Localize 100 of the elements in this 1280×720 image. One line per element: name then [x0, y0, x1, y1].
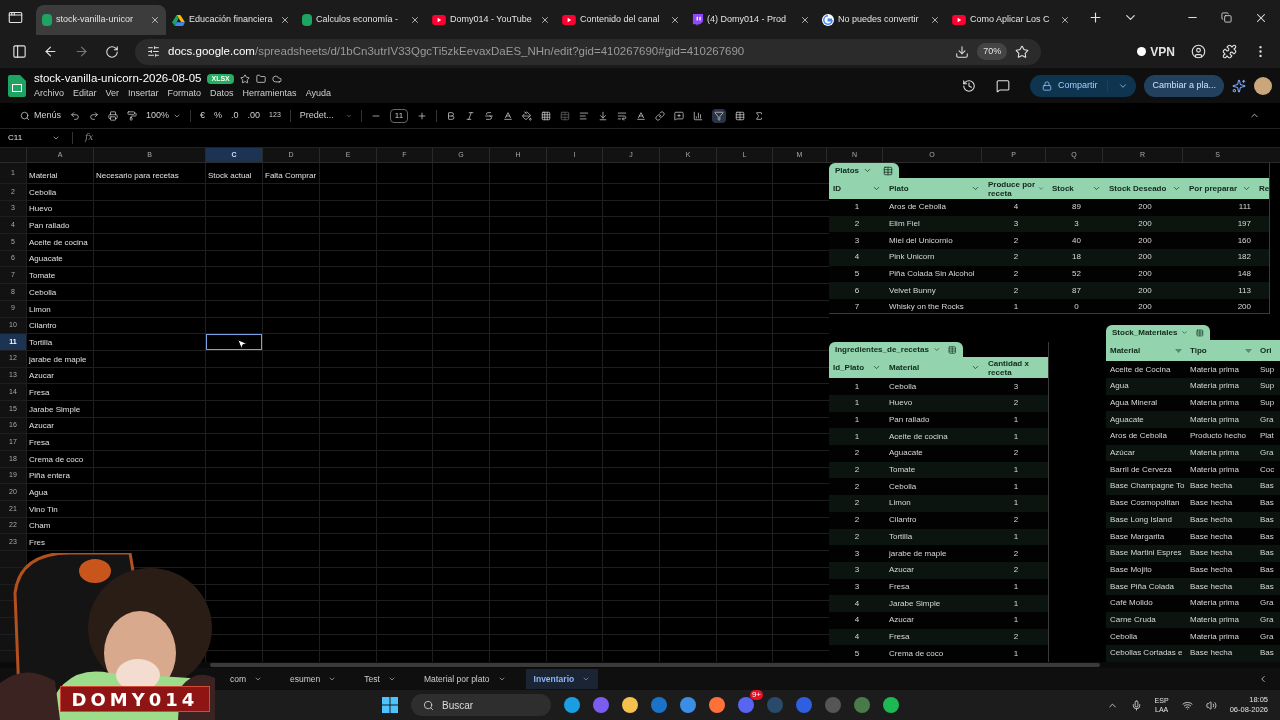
name-box[interactable]: C11 — [8, 132, 60, 144]
bold-icon[interactable] — [446, 110, 457, 121]
text-color-icon[interactable] — [503, 110, 514, 121]
star-icon[interactable] — [1015, 44, 1030, 59]
table-icon[interactable] — [948, 344, 957, 355]
network-icon[interactable] — [1181, 699, 1193, 711]
column-header[interactable]: Stock — [1048, 178, 1105, 199]
align-icon[interactable] — [579, 110, 590, 121]
table-icon[interactable] — [1196, 327, 1204, 338]
column-header[interactable]: Plato — [885, 178, 984, 199]
zoom-badge[interactable]: 70% — [977, 42, 1008, 61]
table-icon[interactable] — [883, 165, 893, 176]
menu-item[interactable]: Herramientas — [242, 87, 297, 101]
cloud-icon[interactable] — [271, 73, 282, 84]
profile-icon[interactable] — [1191, 44, 1206, 59]
column-header[interactable]: Id_Plato — [829, 357, 885, 379]
sheet-tab[interactable]: Test — [356, 669, 404, 689]
close-icon[interactable] — [1060, 15, 1070, 25]
windows-logo-icon[interactable] — [382, 697, 398, 713]
share-button[interactable]: Compartir — [1029, 74, 1137, 97]
paint-format-icon[interactable] — [127, 110, 137, 121]
column-header[interactable]: Por preparar — [1185, 178, 1255, 199]
tab-list-icon[interactable] — [8, 10, 23, 25]
vpn-label[interactable]: VPN — [1150, 42, 1175, 61]
document-title[interactable]: stock-vanilla-unicorn-2026-08-05 — [34, 70, 202, 88]
browser-tab[interactable]: (4) Domy014 - Prod — [686, 5, 816, 35]
borders-icon[interactable] — [541, 110, 552, 121]
column-header[interactable]: Ori — [1256, 340, 1280, 362]
menu-item[interactable]: Ver — [105, 87, 120, 101]
table-name-tab[interactable]: Platos — [829, 163, 899, 178]
sheet-tab[interactable]: com — [222, 669, 271, 689]
filter-button[interactable] — [712, 108, 727, 123]
extensions-icon[interactable] — [1222, 44, 1237, 59]
merge-cells-icon[interactable] — [560, 110, 571, 121]
menu-item[interactable]: Ayuda — [305, 87, 331, 101]
menus-search[interactable]: Menús — [20, 108, 61, 123]
sparkle-icon[interactable] — [1232, 78, 1246, 93]
close-icon[interactable] — [670, 15, 680, 25]
sheet-tab[interactable]: Material por plato — [415, 669, 514, 689]
taskbar-search[interactable]: Buscar — [411, 694, 551, 716]
column-header[interactable]: Material — [885, 357, 984, 379]
restore-icon[interactable] — [1221, 12, 1232, 23]
star-icon[interactable] — [239, 73, 250, 84]
wrap-text-icon[interactable] — [617, 110, 628, 121]
menu-item[interactable]: Insertar — [128, 87, 159, 101]
spreadsheet-logo-icon[interactable] — [8, 74, 26, 97]
horizontal-scrollbar[interactable] — [210, 663, 1100, 667]
currency-button[interactable]: € — [200, 108, 206, 123]
sheet-tab[interactable]: esumen — [282, 669, 345, 689]
close-icon[interactable] — [280, 15, 290, 25]
scroll-tabs-icon[interactable] — [1258, 674, 1268, 684]
sidebar-icon[interactable] — [12, 44, 27, 59]
column-header[interactable]: Material — [1106, 340, 1186, 362]
browser-tab[interactable]: Domy014 - YouTube — [426, 5, 556, 35]
close-icon[interactable] — [150, 15, 160, 25]
reload-icon[interactable] — [105, 44, 119, 59]
cell-cursor[interactable] — [206, 334, 262, 350]
switch-button[interactable]: Cambiar a pla... — [1144, 74, 1224, 97]
sheet-tab[interactable]: Inventario — [525, 669, 599, 689]
app-icon[interactable] — [854, 697, 870, 713]
fill-color-icon[interactable] — [522, 110, 533, 121]
browser-tab[interactable]: No puedes convertir — [816, 5, 946, 35]
close-icon[interactable] — [410, 15, 420, 25]
column-header[interactable]: ID — [829, 178, 885, 199]
microphone-icon[interactable] — [1130, 699, 1142, 711]
italic-icon[interactable] — [465, 110, 476, 121]
column-header[interactable]: Stock Deseado — [1105, 178, 1185, 199]
vertical-align-icon[interactable] — [598, 110, 609, 121]
download-icon[interactable] — [955, 44, 970, 59]
browser-tab[interactable]: Contenido del canal — [556, 5, 686, 35]
forward-icon[interactable] — [74, 44, 89, 59]
table-name-tab[interactable]: Ingredientes_de_recetas — [829, 342, 963, 358]
close-icon[interactable] — [540, 15, 550, 25]
font-select[interactable]: Predet... — [299, 108, 352, 123]
browser-tab[interactable]: Como Aplicar Los C — [946, 5, 1076, 35]
increase-decimals-button[interactable]: .00 — [247, 108, 261, 123]
menu-item[interactable]: Editar — [73, 87, 97, 101]
link-icon[interactable] — [655, 110, 666, 121]
close-icon[interactable] — [800, 15, 810, 25]
column-header[interactable]: Tipo — [1186, 340, 1256, 362]
comment-icon[interactable] — [995, 78, 1010, 93]
browser-tab[interactable]: Educación financiera — [166, 5, 296, 35]
zoom-select[interactable]: 100% — [146, 108, 182, 123]
sum-icon[interactable] — [754, 110, 765, 121]
history-icon[interactable] — [961, 78, 976, 93]
redo-icon[interactable] — [89, 110, 99, 121]
browser-tab[interactable]: Calculos economía - — [296, 5, 426, 35]
font-size-field[interactable]: 11 — [389, 108, 409, 123]
percent-button[interactable]: % — [214, 108, 223, 123]
menu-item[interactable]: Archivo — [34, 87, 64, 101]
back-icon[interactable] — [43, 44, 58, 59]
decrease-decimals-button[interactable]: .0 — [231, 108, 239, 123]
avatar[interactable] — [1254, 76, 1272, 95]
plus-icon[interactable] — [417, 110, 428, 121]
browser-tab[interactable]: stock-vanilla-unicor — [36, 5, 166, 35]
table-name-tab[interactable]: Stock_Materiales — [1106, 325, 1210, 341]
print-icon[interactable] — [108, 110, 118, 121]
undo-icon[interactable] — [70, 110, 80, 121]
chart-icon[interactable] — [693, 110, 704, 121]
menu-item[interactable]: Datos — [210, 87, 234, 101]
